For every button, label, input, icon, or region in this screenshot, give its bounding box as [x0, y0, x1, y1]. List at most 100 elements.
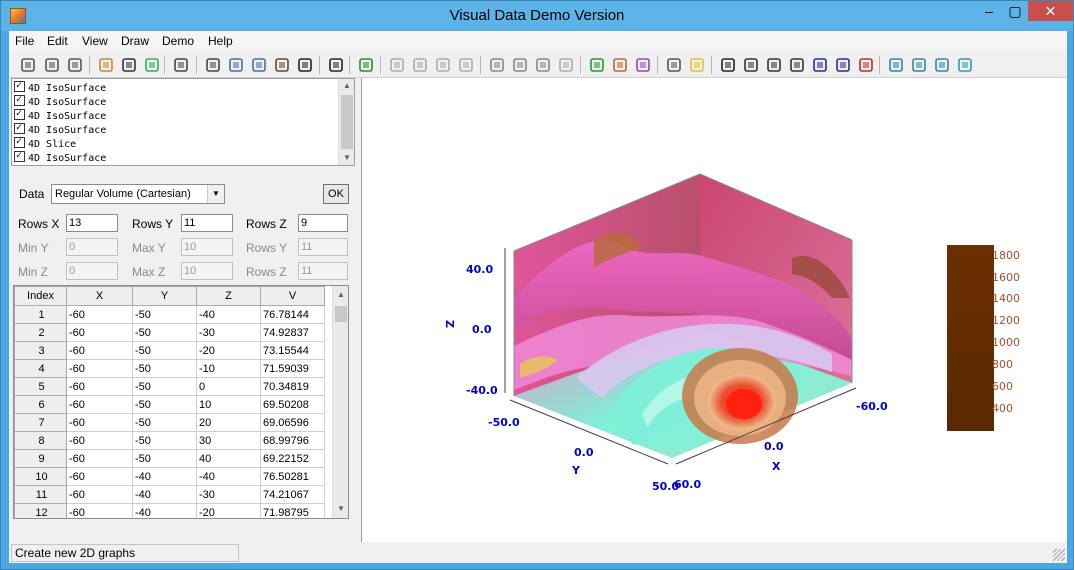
row-index-cell[interactable]: 4 [14, 359, 67, 378]
table-cell[interactable]: 76.78144 [260, 305, 325, 324]
layer-item[interactable]: 4D IsoSurface [14, 121, 106, 137]
resize-grip-icon[interactable] [1053, 549, 1065, 561]
table-cell[interactable]: -50 [132, 431, 197, 450]
cube-icon[interactable] [887, 56, 905, 74]
rows-z-input[interactable]: 9 [298, 214, 348, 232]
menu-view[interactable]: View [82, 34, 108, 48]
row-index-cell[interactable]: 10 [14, 467, 67, 486]
table-cell[interactable]: 20 [196, 413, 261, 432]
table-cell[interactable]: -60 [66, 395, 133, 414]
table-row[interactable]: 4 -60 -50 -10 71.59039 [14, 359, 325, 378]
mesh-icon[interactable] [388, 56, 406, 74]
table-cell[interactable]: 76.50281 [260, 467, 325, 486]
table-cell[interactable]: 30 [196, 431, 261, 450]
table-cell[interactable]: -50 [132, 413, 197, 432]
menu-draw[interactable]: Draw [121, 34, 149, 48]
table-cell[interactable]: 68.99796 [260, 431, 325, 450]
cube-2-icon[interactable] [910, 56, 928, 74]
table-cell[interactable]: -50 [132, 359, 197, 378]
scroll-thumb[interactable] [335, 306, 347, 322]
block-icon[interactable] [488, 56, 506, 74]
wire-icon[interactable] [411, 56, 429, 74]
table-cell[interactable]: -10 [196, 359, 261, 378]
table-cell[interactable]: -60 [66, 413, 133, 432]
bulb-icon[interactable] [688, 56, 706, 74]
layer-item[interactable]: 4D IsoSurface [14, 149, 106, 165]
layer-checkbox[interactable] [14, 121, 25, 135]
table-row[interactable]: 6 -60 -50 10 69.50208 [14, 395, 325, 414]
menu-help[interactable]: Help [208, 34, 233, 48]
row-index-cell[interactable]: 5 [14, 377, 67, 396]
layer-item[interactable]: 4D IsoSurface [14, 107, 106, 123]
layer-list[interactable]: 4D IsoSurface 4D IsoSurface 4D IsoSurface 4… [11, 78, 355, 166]
row-index-cell[interactable]: 9 [14, 449, 67, 468]
table-cell[interactable]: -60 [66, 323, 133, 342]
table-cell[interactable]: 71.59039 [260, 359, 325, 378]
row-index-cell[interactable]: 12 [14, 503, 67, 518]
table-cell[interactable]: -50 [132, 341, 197, 360]
table-cell[interactable]: -50 [132, 395, 197, 414]
table-cell[interactable]: 69.50208 [260, 395, 325, 414]
print-icon[interactable] [172, 56, 190, 74]
new-icon[interactable] [19, 56, 37, 74]
table-cell[interactable]: 10 [196, 395, 261, 414]
menu-file[interactable]: File [15, 34, 34, 48]
title-bar[interactable]: Visual Data Demo Version ‒ ▢ ✕ [1, 1, 1073, 31]
stack-icon[interactable] [611, 56, 629, 74]
table-cell[interactable]: 70.34819 [260, 377, 325, 396]
open-icon[interactable] [97, 56, 115, 74]
table-cell[interactable]: 74.92837 [260, 323, 325, 342]
paste-icon[interactable] [273, 56, 291, 74]
rows-y2-input[interactable]: 11 [298, 238, 348, 256]
table-row[interactable]: 2 -60 -50 -30 74.92837 [14, 323, 325, 342]
table-row[interactable]: 12 -60 -40 -20 71.98795 [14, 503, 325, 518]
paste-special-icon[interactable] [250, 56, 268, 74]
surface-icon[interactable] [434, 56, 452, 74]
grid-icon[interactable] [534, 56, 552, 74]
rotate-y-icon[interactable] [834, 56, 852, 74]
table-row[interactable]: 10 -60 -40 -40 76.50281 [14, 467, 325, 486]
table-cell[interactable]: -60 [66, 359, 133, 378]
table-cell[interactable]: -60 [66, 485, 133, 504]
table-cell[interactable]: -50 [132, 449, 197, 468]
table-cell[interactable]: -60 [66, 341, 133, 360]
maximize-button[interactable]: ▢ [1002, 1, 1028, 21]
header-index[interactable]: Index [14, 286, 67, 306]
rotate-z-icon[interactable] [857, 56, 875, 74]
cone-icon[interactable] [557, 56, 575, 74]
table-cell[interactable]: -50 [132, 305, 197, 324]
cut-icon[interactable] [204, 56, 222, 74]
table-cell[interactable]: -40 [132, 467, 197, 486]
table-cell[interactable]: -60 [66, 305, 133, 324]
copy-icon[interactable] [227, 56, 245, 74]
blob-icon[interactable] [511, 56, 529, 74]
new-3d-icon[interactable] [66, 56, 84, 74]
table-cell[interactable]: -40 [196, 467, 261, 486]
row-index-cell[interactable]: 3 [14, 341, 67, 360]
table-row[interactable]: 7 -60 -50 20 69.06596 [14, 413, 325, 432]
scroll-up-icon[interactable]: ▲ [333, 288, 348, 302]
table-cell[interactable]: 74.21067 [260, 485, 325, 504]
points-icon[interactable] [357, 56, 375, 74]
layer-item[interactable]: 4D IsoSurface [14, 79, 106, 95]
table-row[interactable]: 5 -60 -50 0 70.34819 [14, 377, 325, 396]
ok-button[interactable]: OK [323, 184, 349, 204]
table-row[interactable]: 9 -60 -50 40 69.22152 [14, 449, 325, 468]
help-icon[interactable] [327, 56, 345, 74]
table-cell[interactable]: -60 [66, 377, 133, 396]
min-z-input[interactable]: 0 [66, 262, 118, 280]
table-cell[interactable]: -60 [66, 449, 133, 468]
layer-checkbox[interactable] [14, 93, 25, 107]
table-cell[interactable]: 71.98795 [260, 503, 325, 518]
scroll-thumb[interactable] [341, 95, 353, 149]
layer-item[interactable]: 4D IsoSurface [14, 93, 106, 109]
header-y[interactable]: Y [132, 286, 197, 306]
scatter-icon[interactable] [588, 56, 606, 74]
header-z[interactable]: Z [196, 286, 261, 306]
table-cell[interactable]: 73.15544 [260, 341, 325, 360]
table-cell[interactable]: -50 [132, 323, 197, 342]
row-index-cell[interactable]: 7 [14, 413, 67, 432]
solid-icon[interactable] [457, 56, 475, 74]
data-table[interactable]: Index X Y Z V 1 -60 -50 -40 76.78144 2 -60 -50-… [13, 285, 349, 519]
move-icon[interactable] [719, 56, 737, 74]
